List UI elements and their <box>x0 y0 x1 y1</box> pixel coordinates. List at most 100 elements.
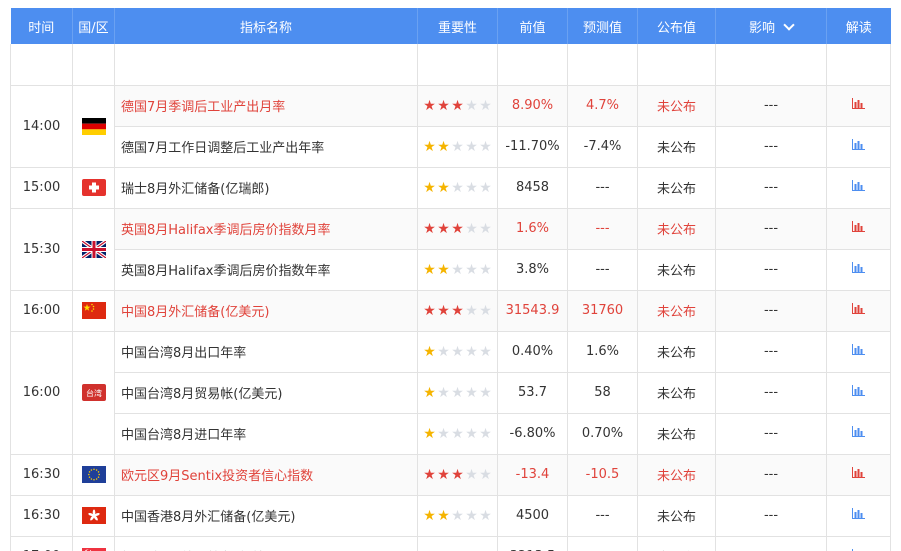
importance-stars: ★★★★★ <box>417 535 498 551</box>
bar-chart-icon[interactable] <box>852 303 865 318</box>
analysis-cell[interactable] <box>826 166 891 209</box>
indicator-name[interactable]: 中国台湾8月进口年率 <box>114 412 418 455</box>
indicator-name[interactable]: 欧元区9月Sentix投资者信心指数 <box>114 453 418 496</box>
analysis-cell[interactable] <box>826 494 891 537</box>
indicator-name[interactable]: 德国7月工作日调整后工业产出年率 <box>114 125 418 168</box>
previous-value: 0.40% <box>497 330 568 373</box>
table-row[interactable]: 16:00 中国8月外汇储备(亿美元) ★★★★★ 31543.9 31760 未公布 --… <box>10 289 891 332</box>
analysis-cell[interactable] <box>826 248 891 291</box>
uk-flag-icon <box>81 240 106 258</box>
economic-calendar-table: 时间 国/区 指标名称 重要性 前值 预测值 公布值 影响 解读 14:00 德国… <box>10 8 891 551</box>
star-empty-icon: ★ <box>465 507 478 524</box>
table-row[interactable]: 15:30 英国8月Halifax季调后房价指数月率 ★★★★★ 1.6% --- 未公布… <box>10 207 891 291</box>
star-filled-icon: ★ <box>437 179 450 196</box>
bar-chart-icon[interactable] <box>852 385 865 400</box>
analysis-cell[interactable] <box>826 125 891 168</box>
indicator-name[interactable]: 中国香港8月外汇储备(亿美元) <box>114 494 418 537</box>
star-empty-icon: ★ <box>479 384 492 401</box>
star-empty-icon: ★ <box>465 220 478 237</box>
impact-value: --- <box>715 453 827 496</box>
actual-value: 未公布 <box>637 248 716 291</box>
star-filled-icon: ★ <box>437 138 450 155</box>
actual-value: 未公布 <box>637 330 716 373</box>
analysis-cell[interactable] <box>826 84 891 127</box>
switzerland-flag-icon <box>81 179 106 196</box>
importance-stars: ★★★★★ <box>417 166 498 209</box>
star-empty-icon: ★ <box>465 466 478 483</box>
table-row[interactable]: 16:30 中国香港8月外汇储备(亿美元) ★★★★★ 4500 --- 未公布 --- <box>10 494 891 537</box>
star-filled-icon: ★ <box>423 343 436 360</box>
header-analysis: 解读 <box>845 20 872 36</box>
impact-value: --- <box>715 371 827 414</box>
bar-chart-icon[interactable] <box>852 508 865 523</box>
bar-chart-icon[interactable] <box>852 344 865 359</box>
impact-value: --- <box>715 330 827 373</box>
forecast-value: -7.4% <box>567 125 638 168</box>
indicator-name[interactable]: 新加坡8月外汇储备(亿美元) <box>114 535 418 551</box>
bar-chart-icon[interactable] <box>852 180 865 195</box>
header-impact-label: 影响 <box>748 20 775 36</box>
table-row[interactable]: 中国台湾8月贸易帐(亿美元) ★★★★★ 53.7 58 未公布 --- <box>11 371 891 414</box>
bar-chart-icon[interactable] <box>852 262 865 277</box>
analysis-cell[interactable] <box>826 289 891 332</box>
bar-chart-icon[interactable] <box>852 98 865 113</box>
actual-value: 未公布 <box>637 412 716 455</box>
analysis-cell[interactable] <box>826 371 891 414</box>
table-row[interactable]: 中国台湾8月进口年率 ★★★★★ -6.80% 0.70% 未公布 --- <box>11 412 891 455</box>
table-row[interactable]: 德国7月工作日调整后工业产出年率 ★★★★★ -11.70% -7.4% 未公布 --- <box>11 125 891 168</box>
table-row[interactable]: 15:00 瑞士8月外汇储备(亿瑞郎) ★★★★★ 8458 --- 未公布 --- <box>10 166 891 209</box>
star-filled-icon: ★ <box>437 507 450 524</box>
indicator-name[interactable]: 中国8月外汇储备(亿美元) <box>114 289 418 332</box>
star-empty-icon: ★ <box>479 302 492 319</box>
indicator-name[interactable]: 德国7月季调后工业产出月率 <box>114 84 418 127</box>
event-time: 16:30 <box>10 494 73 537</box>
table-row[interactable]: 16:30 欧元区9月Sentix投资者信心指数 ★★★★★ -13.4 -10.5 未公… <box>10 453 891 496</box>
indicator-name[interactable]: 中国台湾8月贸易帐(亿美元) <box>114 371 418 414</box>
bar-chart-icon[interactable] <box>852 221 865 236</box>
actual-value: 未公布 <box>637 494 716 537</box>
germany-flag-icon <box>81 117 106 135</box>
star-empty-icon: ★ <box>479 466 492 483</box>
indicator-name[interactable]: 英国8月Halifax季调后房价指数年率 <box>114 248 418 291</box>
analysis-cell[interactable] <box>826 412 891 455</box>
actual-value: 未公布 <box>637 84 716 127</box>
analysis-cell[interactable] <box>826 330 891 373</box>
star-empty-icon: ★ <box>479 343 492 360</box>
forecast-value: 1.6% <box>567 330 638 373</box>
star-empty-icon: ★ <box>479 425 492 442</box>
china-flag-icon <box>81 302 106 319</box>
star-empty-icon: ★ <box>479 507 492 524</box>
bar-chart-icon[interactable] <box>852 139 865 154</box>
importance-stars: ★★★★★ <box>417 125 498 168</box>
actual-value: 未公布 <box>637 166 716 209</box>
analysis-cell[interactable] <box>826 453 891 496</box>
importance-stars: ★★★★★ <box>417 289 498 332</box>
indicator-name[interactable]: 英国8月Halifax季调后房价指数月率 <box>114 207 418 250</box>
indicator-name[interactable]: 瑞士8月外汇储备(亿瑞郎) <box>114 166 418 209</box>
bar-chart-icon[interactable] <box>852 467 865 482</box>
table-row[interactable]: 英国8月Halifax季调后房价指数年率 ★★★★★ 3.8% --- 未公布 --- <box>11 248 891 291</box>
forecast-value: 4.7% <box>567 84 638 127</box>
analysis-cell[interactable] <box>826 207 891 250</box>
forecast-value: --- <box>567 166 638 209</box>
bar-chart-icon[interactable] <box>852 426 865 441</box>
table-row[interactable]: 14:00 德国7月季调后工业产出月率 ★★★★★ 8.90% 4.7% 未公布 --- <box>10 84 891 168</box>
table-row[interactable]: 17:00新加坡8月外汇储备(亿美元)★★★★★3213.5---未公布--- <box>10 535 891 551</box>
indicator-name[interactable]: 中国台湾8月出口年率 <box>114 330 418 373</box>
actual-value: 未公布 <box>637 207 716 250</box>
table-spacer <box>10 44 891 86</box>
star-filled-icon: ★ <box>437 466 450 483</box>
analysis-cell[interactable] <box>826 535 891 551</box>
chevron-down-icon <box>783 18 795 31</box>
event-time: 14:00 <box>10 84 73 168</box>
table-row[interactable]: 16:00 台湾 中国台湾8月出口年率 ★★★★★ 0.40% 1.6% 未公布 --- <box>10 330 891 455</box>
impact-value: --- <box>715 535 827 551</box>
country-flag <box>72 535 115 551</box>
header-impact-dropdown[interactable]: 影响 <box>715 8 827 44</box>
previous-value: 4500 <box>497 494 568 537</box>
star-empty-icon: ★ <box>451 179 464 196</box>
impact-value: --- <box>715 494 827 537</box>
star-filled-icon: ★ <box>451 302 464 319</box>
star-empty-icon: ★ <box>451 138 464 155</box>
star-filled-icon: ★ <box>423 261 436 278</box>
